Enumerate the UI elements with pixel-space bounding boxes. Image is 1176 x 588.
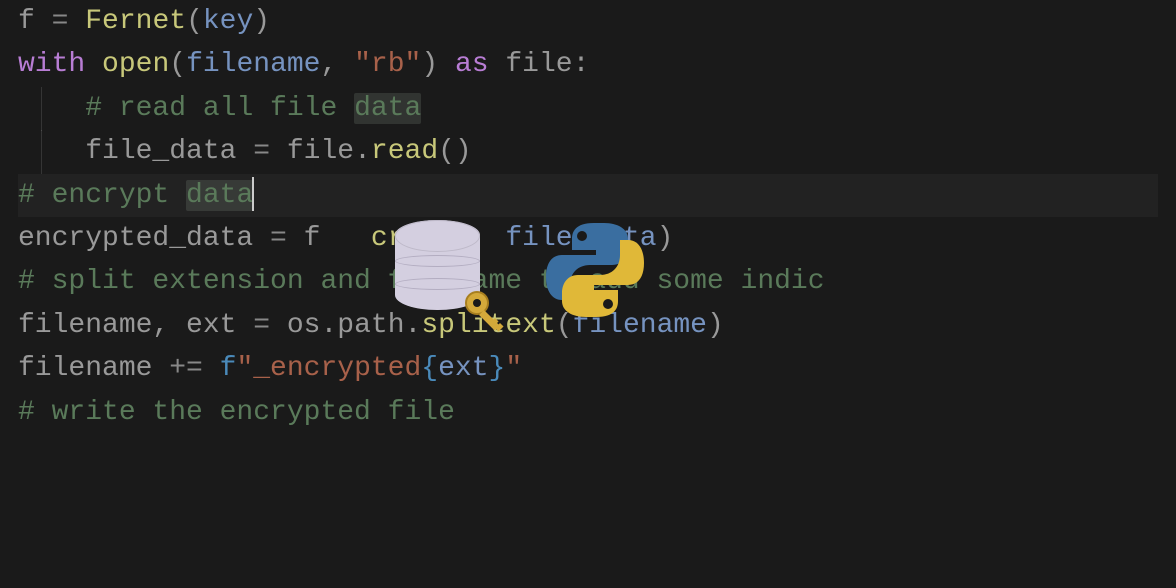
object-file: file [287,136,354,167]
variable-filename: filename [18,353,152,384]
variable-file-data: file_data [85,136,236,167]
string-part: " [505,353,522,384]
code-line-2[interactable]: with open(filename, "rb") as file: [18,43,1158,86]
fstring-brace-open: { [421,353,438,384]
space [438,49,455,80]
space [489,49,506,80]
variable-encrypted-data: encrypted_data [18,223,253,254]
indent [18,136,85,167]
paren-close: ) [657,223,674,254]
operator-equals: = [236,136,286,167]
code-line-5-active[interactable]: # encrypt data [18,174,1158,217]
variable-f: f [18,6,35,37]
fstring-brace-close: } [489,353,506,384]
comment-text: # write the encrypted file [18,397,455,428]
comment-highlight-data: data [354,93,421,124]
comment-text: # read all file [85,93,354,124]
paren-open: ( [186,6,203,37]
module-os: os [287,310,321,341]
code-line-10[interactable]: # write the encrypted file [18,391,1158,434]
builtin-open: open [102,49,169,80]
comma: , [152,310,186,341]
function-fernet: Fernet [85,6,186,37]
code-line-3[interactable]: # read all file data [18,87,1158,130]
comment-text: # encrypt [18,180,186,211]
python-logo-icon [540,215,650,325]
string-part: "_encrypted [236,353,421,384]
dot: . [354,136,371,167]
operator-equals: = [253,223,303,254]
dot: . [320,310,337,341]
variable-ext: ext [186,310,236,341]
method-read: read [371,136,438,167]
operator-equals: = [236,310,286,341]
fstring-var-ext: ext [438,353,488,384]
indent [18,93,85,124]
keyword-with: with [18,49,85,80]
paren-open: ( [169,49,186,80]
comment-highlight-data: data [186,180,253,211]
code-line-1[interactable]: f = Fernet(key) [18,0,1158,43]
variable-filename: filename [18,310,152,341]
database-icon [395,220,490,320]
colon: : [573,49,590,80]
arg-filename: filename [186,49,320,80]
arg-key: key [203,6,253,37]
key-icon [462,288,512,338]
fstring-prefix: f [220,353,237,384]
keyword-as: as [455,49,489,80]
code-line-9[interactable]: filename += f"_encrypted{ext}" [18,347,1158,390]
comma: , [320,49,354,80]
object-f: f [304,223,321,254]
parens: () [438,136,472,167]
paren-close: ) [707,310,724,341]
text-cursor [252,177,254,211]
string-rb: "rb" [354,49,421,80]
space [85,49,102,80]
paren-close: ) [421,49,438,80]
code-line-4[interactable]: file_data = file.read() [18,130,1158,173]
paren-close: ) [253,6,270,37]
variable-file: file [505,49,572,80]
operator-equals: = [35,6,85,37]
overlay-graphic [395,215,650,325]
operator-plus-equals: += [152,353,219,384]
